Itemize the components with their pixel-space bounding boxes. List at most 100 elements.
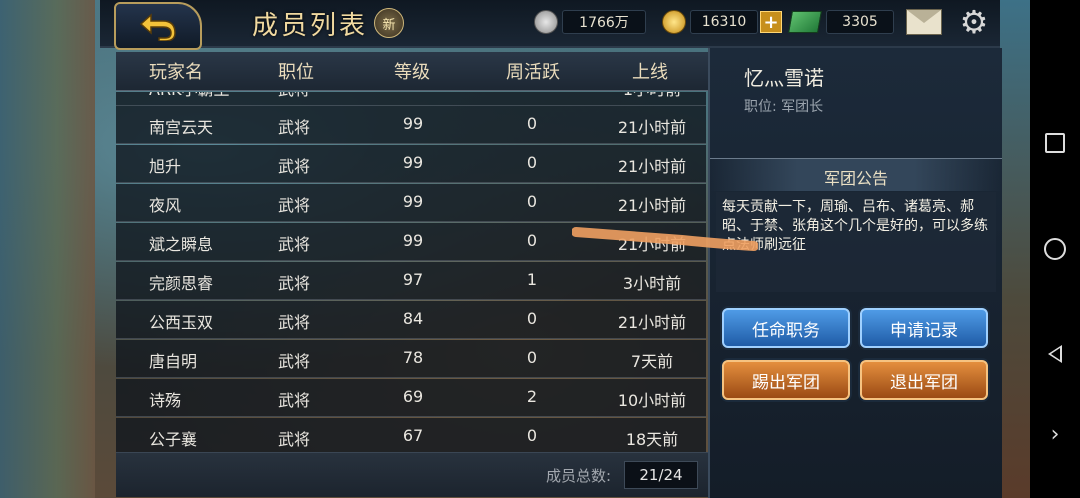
application-records-button[interactable]: 申请记录 [860, 308, 988, 348]
table-row[interactable]: 公西玉双 武将 84 0 21小时前 [116, 301, 706, 339]
table-footer: 成员总数: 21/24 [116, 452, 708, 497]
header-role[interactable]: 职位 [278, 58, 314, 84]
member-role: 武将 [278, 274, 311, 293]
gear-icon[interactable]: ⚙ [958, 6, 990, 38]
leave-legion-button[interactable]: 退出军团 [860, 360, 988, 400]
member-online: 18天前 [625, 430, 679, 449]
member-level: 84 [402, 309, 424, 328]
table-row[interactable]: 南宫云天 武将 99 0 21小时前 [116, 106, 706, 144]
circle-icon [1044, 238, 1066, 260]
member-online: 10小时前 [617, 391, 687, 410]
table-row[interactable]: ARK小霸王 武将 99 0 1小时前 [116, 92, 706, 106]
member-level: 99 [402, 153, 424, 172]
triangle-back-icon [1048, 345, 1062, 363]
member-name: 唐自明 [149, 352, 198, 371]
member-online: 3小时前 [622, 274, 682, 293]
member-name: ARK小霸王 [149, 92, 230, 100]
total-members-value: 21/24 [624, 461, 698, 489]
member-name: 旭升 [149, 157, 182, 176]
member-online: 7天前 [630, 352, 674, 371]
member-level: 99 [402, 114, 424, 133]
member-level: 99 [378, 92, 448, 95]
table-row[interactable]: 完颜思睿 武将 97 1 3小时前 [116, 262, 706, 300]
header-player-name[interactable]: 玩家名 [149, 58, 203, 84]
member-level: 99 [402, 231, 424, 250]
member-role: 武将 [278, 118, 311, 137]
table-row[interactable]: 公子襄 武将 67 0 18天前 [116, 418, 706, 454]
member-activity: 1 [526, 270, 538, 289]
silver-resource: 1766万 [534, 10, 646, 34]
member-rows[interactable]: ARK小霸王 武将 99 0 1小时前 南宫云天 武将 99 0 21小时前 旭… [116, 92, 708, 454]
cash-icon [788, 11, 822, 33]
member-online: 21小时前 [617, 118, 687, 137]
notice-title: 军团公告 [823, 169, 888, 188]
total-members-label: 成员总数: [546, 467, 612, 485]
member-name: 夜风 [149, 196, 182, 215]
member-online: 1小时前 [602, 92, 702, 100]
header-weekly-activity[interactable]: 周活跃 [506, 58, 560, 84]
page-title: 成员列表 [252, 10, 369, 41]
appoint-position-button[interactable]: 任命职务 [722, 308, 850, 348]
header-level[interactable]: 等级 [394, 58, 430, 84]
member-online: 21小时前 [617, 235, 687, 254]
member-name: 斌之瞬息 [149, 235, 214, 254]
member-name: 南宫云天 [149, 118, 214, 137]
member-list-panel: 玩家名 职位 等级 周活跃 上线 ARK小霸王 武将 99 0 1小时前 南宫云… [116, 52, 708, 497]
gold-resource: 16310 + [662, 10, 782, 34]
member-role: 武将 [278, 391, 311, 410]
table-header: 玩家名 职位 等级 周活跃 上线 [116, 52, 708, 91]
member-online: 21小时前 [617, 313, 687, 332]
table-row[interactable]: 旭升 武将 99 0 21小时前 [116, 145, 706, 183]
chevron-right-icon: › [1050, 421, 1060, 447]
back-arrow-icon [139, 13, 176, 41]
square-icon [1045, 133, 1065, 153]
member-level: 97 [402, 270, 424, 289]
member-role: 武将 [278, 430, 311, 449]
member-role: 武将 [278, 313, 311, 332]
leader-name: 忆灬雪诺 [744, 66, 824, 90]
table-row[interactable]: 唐自明 武将 78 0 7天前 [116, 340, 706, 378]
member-online: 21小时前 [617, 196, 687, 215]
recents-button[interactable] [1030, 123, 1080, 163]
member-activity: 0 [526, 114, 538, 133]
member-activity: 0 [526, 309, 538, 328]
title-wrap: 成员列表 新 [252, 4, 405, 42]
member-activity: 0 [526, 231, 538, 250]
member-activity: 0 [526, 426, 538, 445]
table-row[interactable]: 诗殇 武将 69 2 10小时前 [116, 379, 706, 417]
kick-from-legion-button[interactable]: 踢出军团 [722, 360, 850, 400]
back-nav-button[interactable] [1030, 334, 1080, 374]
member-role: 武将 [278, 352, 311, 371]
member-activity: 0 [502, 92, 562, 95]
cash-value: 3305 [826, 10, 894, 34]
new-badge: 新 [374, 8, 405, 38]
member-name: 公西玉双 [149, 313, 214, 332]
member-role: 武将 [278, 196, 311, 215]
notice-text: 每天贡献一下，周瑜、吕布、诸葛亮、郝昭、于禁、张角这个几个是好的，可以多练点法师… [722, 199, 988, 253]
member-level: 99 [402, 192, 424, 211]
gold-coin-icon [662, 10, 686, 34]
member-name: 诗殇 [149, 391, 182, 410]
notice-title-bar: 军团公告 [710, 158, 1002, 191]
member-level: 69 [402, 387, 424, 406]
mail-icon[interactable] [906, 9, 942, 35]
leader-role: 职位: 军团长 [744, 99, 824, 115]
member-activity: 2 [526, 387, 538, 406]
background-left [0, 0, 95, 498]
header-last-online[interactable]: 上线 [632, 58, 668, 84]
add-gold-button[interactable]: + [760, 11, 782, 33]
member-activity: 0 [526, 153, 538, 172]
background-right [1000, 0, 1030, 498]
expand-button[interactable]: › [1030, 414, 1080, 454]
table-row[interactable]: 斌之瞬息 武将 99 0 21小时前 [116, 223, 706, 261]
member-role: 武将 [278, 92, 310, 100]
member-activity: 0 [526, 348, 538, 367]
member-name: 完颜思睿 [149, 274, 214, 293]
home-button[interactable] [1030, 229, 1080, 269]
member-role: 武将 [278, 157, 311, 176]
table-row[interactable]: 夜风 武将 99 0 21小时前 [116, 184, 706, 222]
back-button[interactable] [114, 2, 202, 50]
silver-value: 1766万 [562, 10, 646, 34]
legion-info-panel: 忆灬雪诺 职位: 军团长 军团公告 每天贡献一下，周瑜、吕布、诸葛亮、郝昭、于禁… [708, 48, 1002, 498]
member-name: 公子襄 [149, 430, 198, 449]
